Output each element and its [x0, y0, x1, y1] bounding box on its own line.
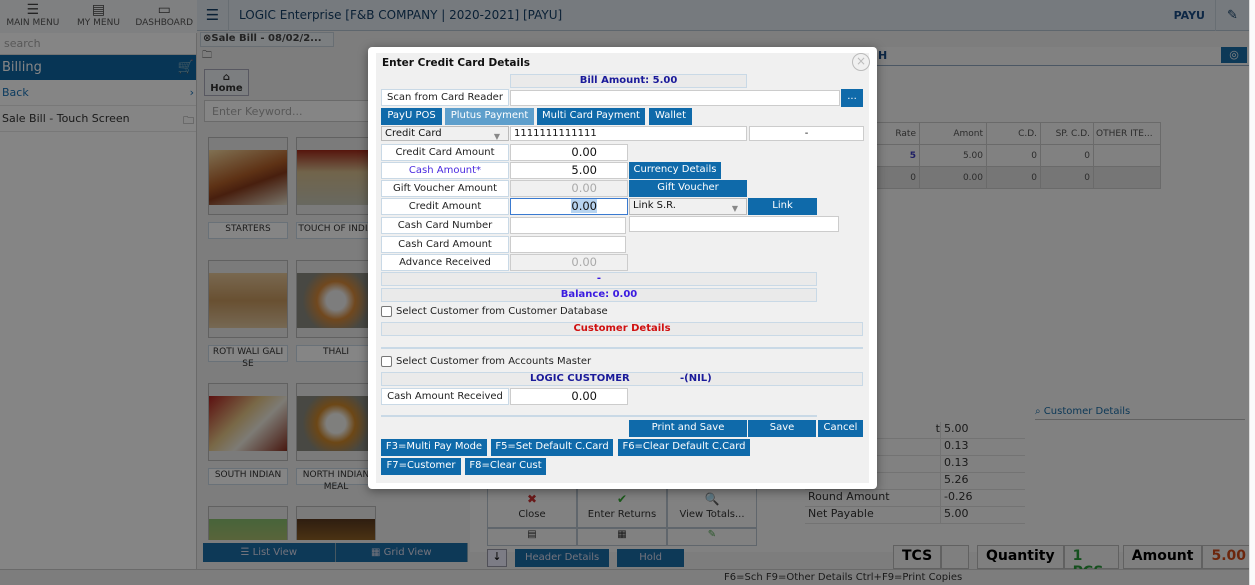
cash-card-amount-label: Cash Card Amount	[381, 236, 509, 253]
cancel-button[interactable]: Cancel	[818, 420, 863, 437]
cash-amount-label: Cash Amount*	[381, 162, 509, 179]
dialog-title: Enter Credit Card Details	[382, 57, 530, 69]
bill-amount: Bill Amount: 5.00	[510, 74, 747, 88]
multi-card-payment-button[interactable]: Multi Card Payment	[537, 108, 645, 125]
card-type-select[interactable]: Credit Card ▼	[381, 126, 509, 141]
clear-default-card-shortcut[interactable]: F6=Clear Default C.Card	[618, 439, 750, 456]
link-sr-select[interactable]: Link S.R. ▼	[629, 198, 747, 215]
wallet-button[interactable]: Wallet	[649, 108, 692, 125]
card-extra-field[interactable]: -	[749, 126, 864, 141]
save-button[interactable]: Save	[748, 420, 816, 437]
payu-pos-button[interactable]: PayU POS	[381, 108, 442, 125]
cash-card-number-label: Cash Card Number	[381, 217, 509, 234]
advance-received-label: Advance Received	[381, 254, 509, 271]
select-customer-db-option[interactable]: Select Customer from Customer Database	[381, 306, 608, 317]
set-default-card-shortcut[interactable]: F5=Set Default C.Card	[491, 439, 613, 456]
cash-card-info-field[interactable]	[629, 216, 839, 232]
cash-card-amount-input[interactable]	[510, 236, 626, 253]
cash-amount-received-input[interactable]: 0.00	[510, 388, 628, 405]
select-customer-accounts-option[interactable]: Select Customer from Accounts Master	[381, 356, 591, 367]
print-and-save-button[interactable]: Print and Save	[629, 420, 747, 437]
cash-card-number-input[interactable]	[510, 217, 626, 234]
credit-amount-label: Credit Amount	[381, 198, 509, 215]
scan-card-input[interactable]	[510, 90, 840, 106]
currency-details-button[interactable]: Currency Details	[629, 162, 721, 179]
gift-voucher-amount-input: 0.00	[510, 180, 628, 197]
balance-bar: Balance: 0.00	[381, 288, 817, 302]
multi-pay-mode-shortcut[interactable]: F3=Multi Pay Mode	[381, 439, 487, 456]
chevron-down-icon: ▼	[493, 132, 500, 141]
customer-details-bar: Customer Details	[381, 322, 863, 336]
gift-voucher-amount-label: Gift Voucher Amount	[381, 180, 509, 197]
scan-card-label: Scan from Card Reader	[381, 89, 509, 106]
divider	[381, 415, 817, 417]
accounts-master-checkbox[interactable]	[381, 356, 392, 367]
customer-code: -(NIL)	[680, 373, 712, 384]
dash-bar: -	[381, 272, 817, 286]
page-scrollbar[interactable]	[1249, 0, 1255, 585]
clear-customer-shortcut[interactable]: F8=Clear Cust	[465, 458, 546, 475]
plutus-payment-button[interactable]: Plutus Payment	[445, 108, 534, 125]
chevron-down-icon: ▼	[731, 204, 738, 213]
credit-card-amount-label: Credit Card Amount	[381, 144, 509, 161]
credit-card-amount-input[interactable]: 0.00	[510, 144, 628, 161]
customer-name-bar: LOGIC CUSTOMER -(NIL)	[381, 372, 863, 386]
close-icon[interactable]: ×	[852, 53, 870, 71]
link-button[interactable]: Link	[748, 198, 817, 215]
advance-received-input: 0.00	[510, 254, 628, 271]
cash-amount-received-label: Cash Amount Received	[381, 388, 509, 405]
card-number-input[interactable]: 1111111111111	[510, 126, 747, 141]
scan-card-browse-button[interactable]: ...	[841, 89, 863, 107]
customer-name: LOGIC CUSTOMER	[530, 373, 630, 384]
customer-shortcut[interactable]: F7=Customer	[381, 458, 461, 475]
gift-voucher-button[interactable]: Gift Voucher	[629, 180, 747, 197]
divider	[381, 347, 863, 349]
app-root: ☰ MAIN MENU ▤ MY MENU ▭ DASHBOARD search…	[0, 0, 1255, 585]
credit-amount-input[interactable]: 0.00	[510, 198, 628, 215]
cash-amount-input[interactable]: 5.00	[510, 162, 628, 179]
customer-db-checkbox[interactable]	[381, 306, 392, 317]
